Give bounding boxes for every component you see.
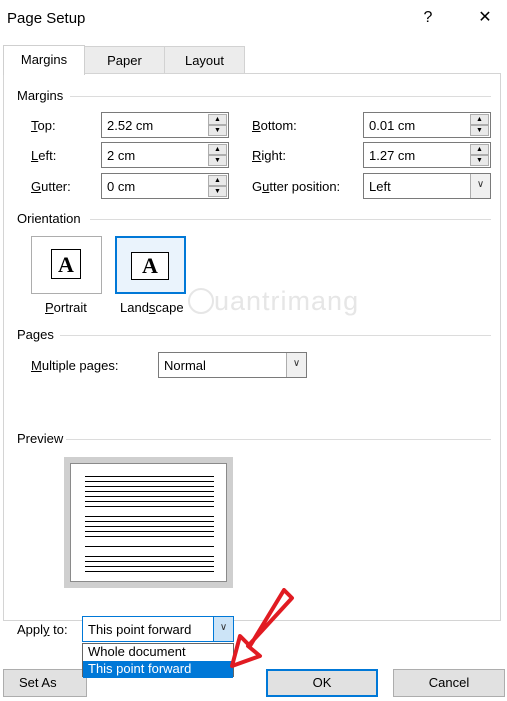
- apply-to-option-whole-document[interactable]: Whole document: [83, 644, 233, 661]
- gutter-value[interactable]: 0 cm: [107, 179, 135, 194]
- spin-down-icon[interactable]: ▼: [208, 155, 227, 166]
- landscape-option[interactable]: A: [115, 236, 186, 294]
- spin-down-icon[interactable]: ▼: [470, 125, 489, 136]
- apply-to-label: Apply to:: [17, 622, 68, 637]
- spin-down-icon[interactable]: ▼: [470, 155, 489, 166]
- landscape-page-icon: A: [131, 252, 169, 280]
- pages-divider: [60, 335, 491, 336]
- preview-divider: [66, 439, 491, 440]
- apply-to-value: This point forward: [88, 622, 192, 637]
- margins-group-label: Margins: [17, 88, 64, 103]
- apply-to-option-this-point-forward[interactable]: This point forward: [83, 661, 233, 678]
- spin-up-icon[interactable]: ▲: [208, 175, 227, 186]
- pages-group-label: Pages: [17, 327, 54, 342]
- right-label: Right:: [252, 148, 286, 163]
- close-button[interactable]: ✕: [471, 6, 499, 30]
- left-margin-spinner[interactable]: 2 cm ▲ ▼: [101, 142, 229, 168]
- watermark-logo: uantrimang: [188, 286, 359, 317]
- right-margin-value[interactable]: 1.27 cm: [369, 148, 415, 163]
- gutter-label: Gutter:: [31, 179, 71, 194]
- close-icon: ✕: [478, 9, 492, 26]
- gutter-position-value: Left: [369, 179, 391, 194]
- chevron-down-icon[interactable]: ∨: [470, 174, 490, 198]
- margins-divider: [70, 96, 491, 97]
- spin-up-icon[interactable]: ▲: [470, 144, 489, 155]
- red-arrow-annotation: [230, 588, 294, 668]
- portrait-page-icon: A: [51, 249, 81, 279]
- preview-group-label: Preview: [17, 431, 64, 446]
- apply-to-dropdown-list: Whole document This point forward: [82, 643, 234, 678]
- tab-layout[interactable]: Layout: [164, 46, 245, 74]
- spin-down-icon[interactable]: ▼: [208, 186, 227, 197]
- spin-up-icon[interactable]: ▲: [470, 114, 489, 125]
- bottom-margin-spinner[interactable]: 0.01 cm ▲ ▼: [363, 112, 491, 138]
- gutter-position-select[interactable]: Left ∨: [363, 173, 491, 199]
- orientation-divider: [90, 219, 491, 220]
- tab-strip: Margins Paper Layout: [0, 40, 507, 75]
- spin-down-icon[interactable]: ▼: [208, 125, 227, 136]
- page-preview: [64, 457, 233, 588]
- help-button[interactable]: ?: [414, 6, 442, 30]
- right-margin-spinner[interactable]: 1.27 cm ▲ ▼: [363, 142, 491, 168]
- left-label: Left:: [31, 148, 57, 163]
- multiple-pages-label: Multiple pages:: [31, 358, 119, 373]
- cancel-button[interactable]: Cancel: [393, 669, 505, 697]
- left-margin-value[interactable]: 2 cm: [107, 148, 135, 163]
- set-as-default-button[interactable]: Set As Defa: [3, 669, 87, 697]
- chevron-down-icon[interactable]: ∨: [286, 353, 306, 377]
- multiple-pages-select[interactable]: Normal ∨: [158, 352, 307, 378]
- preview-page: [70, 463, 227, 582]
- tab-paper[interactable]: Paper: [84, 46, 165, 74]
- tab-margins[interactable]: Margins: [3, 45, 85, 75]
- multiple-pages-value: Normal: [164, 358, 206, 373]
- gutter-spinner[interactable]: 0 cm ▲ ▼: [101, 173, 229, 199]
- top-margin-value[interactable]: 2.52 cm: [107, 118, 153, 133]
- apply-to-select[interactable]: This point forward ∨: [82, 616, 234, 642]
- orientation-group-label: Orientation: [17, 211, 81, 226]
- bottom-margin-value[interactable]: 0.01 cm: [369, 118, 415, 133]
- spin-up-icon[interactable]: ▲: [208, 144, 227, 155]
- landscape-label: Landscape: [120, 300, 184, 315]
- gutter-position-label: Gutter position:: [252, 179, 341, 194]
- top-label: Top:: [31, 118, 56, 133]
- dialog-title: Page Setup: [7, 10, 86, 27]
- top-margin-spinner[interactable]: 2.52 cm ▲ ▼: [101, 112, 229, 138]
- portrait-option[interactable]: A: [31, 236, 102, 294]
- bottom-label: Bottom:: [252, 118, 297, 133]
- portrait-label: Portrait: [45, 300, 87, 315]
- spin-up-icon[interactable]: ▲: [208, 114, 227, 125]
